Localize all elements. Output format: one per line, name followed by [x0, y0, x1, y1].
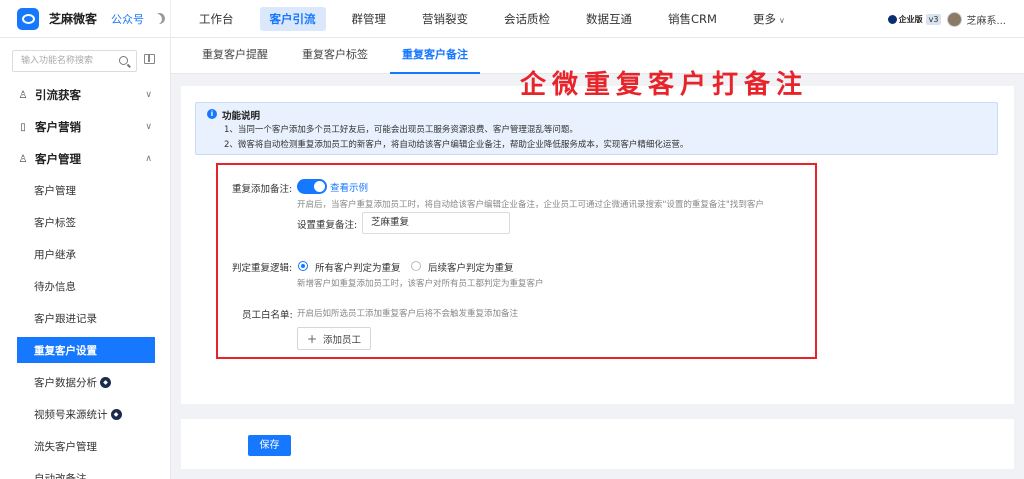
- nav-marketing-fission[interactable]: 营销裂变: [412, 7, 478, 31]
- nav-data-sync[interactable]: 数据互通: [576, 7, 642, 31]
- sidebar-item-follow-records[interactable]: 客户跟进记录: [17, 305, 155, 331]
- radio-all-customers[interactable]: [298, 261, 308, 271]
- user-settings-icon: ♙: [18, 153, 28, 165]
- brand: 芝麻微客 公众号: [0, 0, 171, 38]
- logo-icon[interactable]: [17, 7, 39, 30]
- nav-group-management[interactable]: 群管理: [342, 7, 397, 31]
- chevron-up-icon: ∧: [145, 154, 152, 164]
- user-plus-icon: ♙: [18, 89, 28, 101]
- nav-sales-crm[interactable]: 销售CRM: [658, 7, 727, 31]
- sidebar-group-customer-marketing[interactable]: ▯ 客户营销 ∨: [0, 112, 170, 142]
- logic-hint: 新增客户如重复添加员工时，该客户对所有员工都判定为重复客户: [297, 279, 544, 289]
- add-staff-label: 添加员工: [323, 334, 362, 346]
- function-search-input[interactable]: 输入功能名称搜索: [12, 50, 137, 72]
- sidebar: 输入功能名称搜索 ♙ 引流获客 ∨ ▯ 客户营销 ∨ ♙ 客户管理 ∧ 客户管理…: [0, 38, 171, 479]
- sidebar-item-customer-management[interactable]: 客户管理: [17, 177, 155, 203]
- main-nav: 工作台 客户引流 群管理 营销裂变 会话质检 数据互通 销售CRM 更多 ∨: [171, 0, 795, 38]
- radio-later-customers[interactable]: [411, 261, 421, 271]
- nav-more[interactable]: 更多 ∨: [743, 7, 795, 31]
- logic-label: 判定重复逻辑:: [232, 263, 293, 274]
- repeat-note-label: 重复添加备注:: [232, 184, 293, 195]
- sidebar-item-auto-remark[interactable]: 自动改备注: [17, 465, 155, 479]
- feature-description-line-2: 2、微客将自动检测重复添加员工的新客户，将自动给该客户编辑企业备注，帮助企业降低…: [224, 140, 689, 150]
- new-badge-icon: ◆: [110, 408, 122, 420]
- edition-icon: [887, 14, 897, 24]
- avatar[interactable]: [947, 11, 963, 27]
- edition-badge: 企业版: [887, 14, 923, 25]
- sidebar-item-customer-tags[interactable]: 客户标签: [17, 209, 155, 235]
- top-bar: 芝麻微客 公众号 工作台 客户引流 群管理 营销裂变 会话质检 数据互通 销售C…: [0, 0, 1024, 38]
- search-icon[interactable]: [119, 56, 128, 65]
- tab-repeat-customer-tags[interactable]: 重复客户标签: [302, 38, 368, 74]
- view-example-link[interactable]: 查看示例: [330, 180, 368, 194]
- annotation-text: 企微重复客户打备注: [520, 70, 809, 100]
- nav-more-label: 更多: [752, 11, 776, 26]
- nav-workbench[interactable]: 工作台: [189, 7, 244, 31]
- nav-session-inspection[interactable]: 会话质检: [494, 7, 560, 31]
- app-name: 芝麻微客: [49, 12, 98, 26]
- save-button[interactable]: 保存: [248, 435, 291, 456]
- new-badge-icon: ◆: [100, 376, 111, 388]
- edition-label: 企业版: [898, 14, 923, 24]
- sidebar-item-repeat-customer-settings[interactable]: 重复客户设置: [17, 337, 155, 363]
- user-name[interactable]: 芝麻系...: [966, 12, 1006, 27]
- sidebar-item-user-inherit[interactable]: 用户继承: [17, 241, 155, 267]
- tab-repeat-customer-reminder[interactable]: 重复客户提醒: [202, 38, 268, 74]
- sidebar-item-customer-analytics[interactable]: 客户数据分析 ◆: [17, 369, 155, 395]
- set-note-label: 设置重复备注:: [297, 220, 358, 231]
- sidebar-group-label: 引流获客: [35, 88, 81, 102]
- book-icon: ▯: [20, 121, 26, 133]
- radio-later-customers-label[interactable]: 后续客户判定为重复: [428, 260, 514, 274]
- header-right: 企业版 v3 芝麻系...: [887, 0, 1006, 38]
- search-placeholder: 输入功能名称搜索: [21, 56, 94, 66]
- chevron-down-icon: ∨: [778, 15, 785, 25]
- plus-icon: +: [306, 331, 318, 346]
- info-icon: i: [207, 109, 217, 119]
- repeat-note-input[interactable]: 芝麻重复: [362, 212, 510, 234]
- moon-icon[interactable]: [152, 11, 167, 26]
- sidebar-item-churn-management[interactable]: 流失客户管理: [17, 433, 155, 459]
- sidebar-group-lead-acquisition[interactable]: ♙ 引流获客 ∨: [0, 80, 170, 110]
- nav-customer-acquisition[interactable]: 客户引流: [259, 6, 326, 31]
- sidebar-item-channels-source-stats[interactable]: 视频号来源统计 ◆: [17, 401, 155, 427]
- tab-repeat-customer-note[interactable]: 重复客户备注: [390, 38, 480, 74]
- repeat-note-hint: 开启后，当客户重复添加员工时，将自动给该客户编辑企业备注，企业员工可通过企微通讯…: [297, 200, 764, 210]
- feature-description-title: 功能说明: [222, 111, 261, 122]
- radio-all-customers-label[interactable]: 所有客户判定为重复: [315, 260, 401, 274]
- sidebar-group-label: 客户管理: [35, 152, 81, 166]
- version-badge: v3: [925, 13, 942, 25]
- sidebar-item-label: 客户数据分析: [34, 376, 97, 389]
- chevron-down-icon: ∨: [145, 90, 152, 100]
- feature-description: i 功能说明 1、当同一个客户添加多个员工好友后，可能会出现员工服务资源浪费、客…: [195, 102, 998, 155]
- sidebar-group-label: 客户营销: [35, 120, 81, 134]
- repeat-note-toggle[interactable]: [297, 179, 327, 194]
- footer-bar: [181, 419, 1014, 469]
- whitelist-hint: 开启后如所选员工添加重复客户后将不会触发重复添加备注: [297, 309, 519, 319]
- chevron-down-icon: ∨: [145, 122, 152, 132]
- whitelist-label: 员工白名单:: [242, 310, 293, 321]
- sidebar-group-customer-management[interactable]: ♙ 客户管理 ∧: [0, 144, 170, 174]
- official-account-link[interactable]: 公众号: [111, 11, 144, 27]
- feature-description-line-1: 1、当同一个客户添加多个员工好友后，可能会出现员工服务资源浪费、客户管理混乱等问…: [224, 125, 578, 135]
- collapse-sidebar-icon[interactable]: [144, 54, 155, 64]
- add-staff-button[interactable]: + 添加员工: [297, 327, 371, 350]
- sidebar-item-label: 视频号来源统计: [34, 408, 108, 421]
- sidebar-item-todo[interactable]: 待办信息: [17, 273, 155, 299]
